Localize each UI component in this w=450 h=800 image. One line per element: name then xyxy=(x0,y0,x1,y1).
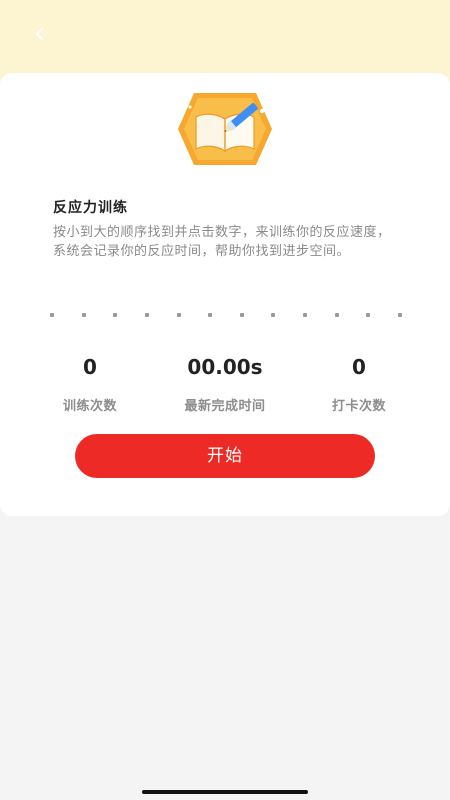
page-title: 反应力训练 xyxy=(53,200,128,216)
progress-dot xyxy=(271,313,276,317)
home-indicator xyxy=(142,790,308,794)
progress-dot xyxy=(397,313,402,317)
stat-checkin-count: 0 打卡次数 xyxy=(289,353,429,414)
progress-dot xyxy=(239,313,244,317)
start-button[interactable]: 开始 xyxy=(75,434,375,478)
progress-dot xyxy=(366,313,371,317)
stat-value: 00.00s xyxy=(187,355,263,379)
training-card: 反应力训练 按小到大的顺序找到并点击数字，来训练你的反应速度，系统会记录你的反应… xyxy=(0,73,450,516)
progress-dot xyxy=(113,313,118,317)
stat-label: 训练次数 xyxy=(62,399,117,414)
stat-value: 0 xyxy=(352,355,366,379)
progress-dots xyxy=(50,313,402,317)
progress-dot xyxy=(50,313,54,317)
book-pencil-badge-icon xyxy=(178,93,272,165)
stat-label: 打卡次数 xyxy=(331,399,386,414)
training-description: 按小到大的顺序找到并点击数字，来训练你的反应速度，系统会记录你的反应时间，帮助你… xyxy=(53,225,391,259)
stat-training-count: 0 训练次数 xyxy=(20,353,160,414)
chevron-left-icon xyxy=(35,27,44,41)
back-button[interactable] xyxy=(26,20,54,48)
progress-dot xyxy=(81,313,86,317)
progress-dot xyxy=(208,313,213,317)
progress-dot xyxy=(176,313,181,317)
progress-dot xyxy=(334,313,339,317)
stat-latest-time: 00.00s 最新完成时间 xyxy=(155,353,295,414)
stats-row: 0 训练次数 00.00s 最新完成时间 0 打卡次数 xyxy=(0,353,450,414)
progress-dot xyxy=(303,313,307,317)
progress-dot xyxy=(144,313,149,317)
stat-label: 最新完成时间 xyxy=(184,399,266,414)
stat-value: 0 xyxy=(83,355,97,379)
